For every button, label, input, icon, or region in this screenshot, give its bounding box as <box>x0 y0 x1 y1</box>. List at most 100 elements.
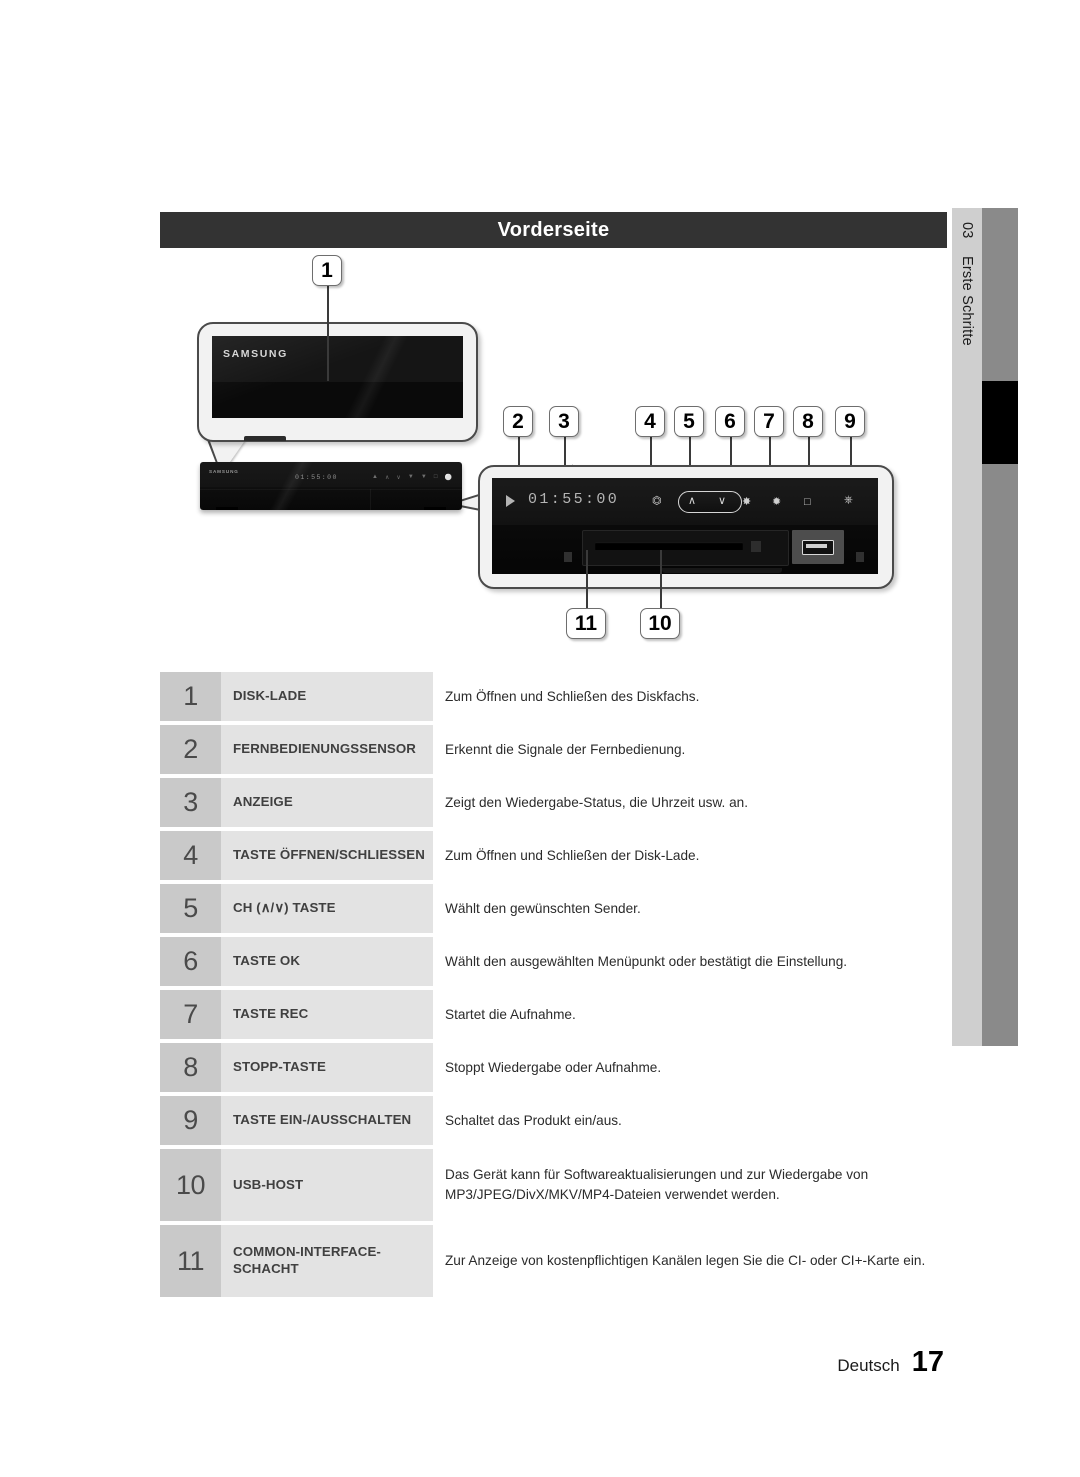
page-footer: Deutsch 17 <box>0 1346 944 1379</box>
play-icon <box>506 495 515 507</box>
stop-button-icon[interactable]: □ <box>804 497 811 508</box>
rec-icon-small: ▼ <box>420 474 427 480</box>
row-description: Das Gerät kann für Softwareaktualisierun… <box>433 1149 950 1221</box>
chevron-up-icon[interactable]: ∧ <box>688 496 696 507</box>
ok-button-icon[interactable]: ✸ <box>742 497 751 508</box>
ci-slot-latch <box>751 541 761 552</box>
device-display-small: 01:55:00 <box>295 474 338 481</box>
callout-1-number: 1 <box>321 259 333 282</box>
gloss-highlight <box>311 336 433 418</box>
row-number: 10 <box>160 1149 221 1221</box>
row-description: Zeigt den Wiedergabe-Status, die Uhrzeit… <box>433 778 950 827</box>
callout-5: 5 <box>674 406 704 437</box>
callout-6: 6 <box>715 406 745 437</box>
ci-card-slot[interactable] <box>595 542 743 550</box>
page-title: Vorderseite <box>497 218 610 241</box>
record-button-icon[interactable]: ✹ <box>772 497 781 508</box>
panel-lip <box>662 568 782 573</box>
samsung-logo: SAMSUNG <box>223 348 288 360</box>
callout-10-number: 10 <box>648 612 672 635</box>
row-label: TASTE ÖFFNEN/SCHLIESSEN <box>221 831 433 880</box>
ok-icon-small: ▼ <box>407 474 414 480</box>
chevron-down-icon-small: ∨ <box>396 475 401 481</box>
device-foot-right <box>424 507 446 510</box>
panel-notch-left <box>564 552 572 562</box>
row-number: 11 <box>160 1225 221 1297</box>
chapter-side-tab: 03 Erste Schritte <box>952 208 1018 1046</box>
chapter-number: 03 <box>959 222 975 239</box>
row-number: 2 <box>160 725 221 774</box>
usb-host-port[interactable] <box>802 540 834 555</box>
row-number: 6 <box>160 937 221 986</box>
device-button-row-small: ▲ ∧ ∨ ▼ ▼ □ ⚪ <box>372 474 452 481</box>
samsung-logo-small: SAMSUNG <box>209 469 239 474</box>
row-label: STOPP-TASTE <box>221 1043 433 1092</box>
row-label: TASTE REC <box>221 990 433 1039</box>
footer-page-number: 17 <box>911 1346 944 1378</box>
row-label: USB-HOST <box>221 1149 433 1221</box>
magnified-front-panel: 01:55:00 ⏣ ∧ ∨ ✸ ✹ □ ⎈ <box>478 465 894 589</box>
row-description: Erkennt die Signale der Fernbedienung. <box>433 725 950 774</box>
eject-icon[interactable]: ⏣ <box>652 496 662 507</box>
callout-7: 7 <box>754 406 784 437</box>
callout-3-number: 3 <box>558 410 570 433</box>
row-label: FERNBEDIENUNGSSENSOR <box>221 725 433 774</box>
front-panel-illustration: 1 SAMSUNG SAMSUNG 01:55:00 ▲ ∧ ∨ ▼ ▼ □ ⚪… <box>160 250 950 665</box>
power-icon[interactable]: ⎈ <box>844 495 853 506</box>
leader-line-10 <box>660 550 662 608</box>
table-row: 11 COMMON-INTERFACE-SCHACHT Zur Anzeige … <box>160 1225 950 1297</box>
row-description: Zum Öffnen und Schließen des Diskfachs. <box>433 672 950 721</box>
callout-6-number: 6 <box>724 410 736 433</box>
parts-legend-table: 1 DISK-LADE Zum Öffnen und Schließen des… <box>160 672 950 1301</box>
usb-bay <box>792 530 844 564</box>
callout-8-number: 8 <box>802 410 814 433</box>
power-icon-small: ⚪ <box>444 475 452 481</box>
row-description: Schaltet das Produkt ein/aus. <box>433 1096 950 1145</box>
row-number: 7 <box>160 990 221 1039</box>
side-tab-dark-strip <box>982 208 1018 1046</box>
row-label: DISK-LADE <box>221 672 433 721</box>
footer-language: Deutsch <box>837 1356 900 1375</box>
table-row: 10 USB-HOST Das Gerät kann für Softwarea… <box>160 1149 950 1221</box>
callout-11: 11 <box>566 608 606 639</box>
row-number: 9 <box>160 1096 221 1145</box>
table-row: 2 FERNBEDIENUNGSSENSOR Erkennt die Signa… <box>160 725 950 774</box>
callout-10: 10 <box>640 608 680 639</box>
chevron-up-icon-small: ∧ <box>384 475 390 481</box>
callout-3: 3 <box>549 406 579 437</box>
row-number: 1 <box>160 672 221 721</box>
zoomed-device-top: SAMSUNG <box>197 322 478 442</box>
table-row: 7 TASTE REC Startet die Aufnahme. <box>160 990 950 1039</box>
callout-1: 1 <box>312 255 342 286</box>
table-row: 4 TASTE ÖFFNEN/SCHLIESSEN Zum Öffnen und… <box>160 831 950 880</box>
device-foot <box>244 436 286 441</box>
row-number: 4 <box>160 831 221 880</box>
panel-notch-right <box>856 552 864 562</box>
row-number: 3 <box>160 778 221 827</box>
row-label: ANZEIGE <box>221 778 433 827</box>
table-row: 8 STOPP-TASTE Stoppt Wiedergabe oder Auf… <box>160 1043 950 1092</box>
table-row: 9 TASTE EIN-/AUSSCHALTEN Schaltet das Pr… <box>160 1096 950 1145</box>
channel-rocker-button[interactable]: ∧ ∨ <box>678 491 742 513</box>
row-description: Startet die Aufnahme. <box>433 990 950 1039</box>
callout-8: 8 <box>793 406 823 437</box>
device-seam-vertical <box>370 489 371 510</box>
device-seam <box>200 489 462 490</box>
row-description: Stoppt Wiedergabe oder Aufnahme. <box>433 1043 950 1092</box>
callout-2: 2 <box>503 406 533 437</box>
leader-line-11 <box>586 550 588 608</box>
common-interface-bay <box>582 530 789 566</box>
stop-icon-small: □ <box>433 474 438 480</box>
chapter-label: Erste Schritte <box>959 256 975 346</box>
callout-9: 9 <box>835 406 865 437</box>
device-gloss <box>247 462 333 510</box>
table-row: 6 TASTE OK Wählt den ausgewählten Menüpu… <box>160 937 950 986</box>
row-description: Wählt den ausgewählten Menüpunkt oder be… <box>433 937 950 986</box>
row-label: CH (∧/∨) TASTE <box>221 884 433 933</box>
leader-line-1 <box>327 286 329 381</box>
manual-page: 03 Erste Schritte Vorderseite 1 SAMSUNG … <box>0 0 1080 1477</box>
table-row: 1 DISK-LADE Zum Öffnen und Schließen des… <box>160 672 950 721</box>
chevron-down-icon[interactable]: ∨ <box>718 496 726 507</box>
row-label: COMMON-INTERFACE-SCHACHT <box>221 1225 433 1297</box>
row-number: 5 <box>160 884 221 933</box>
